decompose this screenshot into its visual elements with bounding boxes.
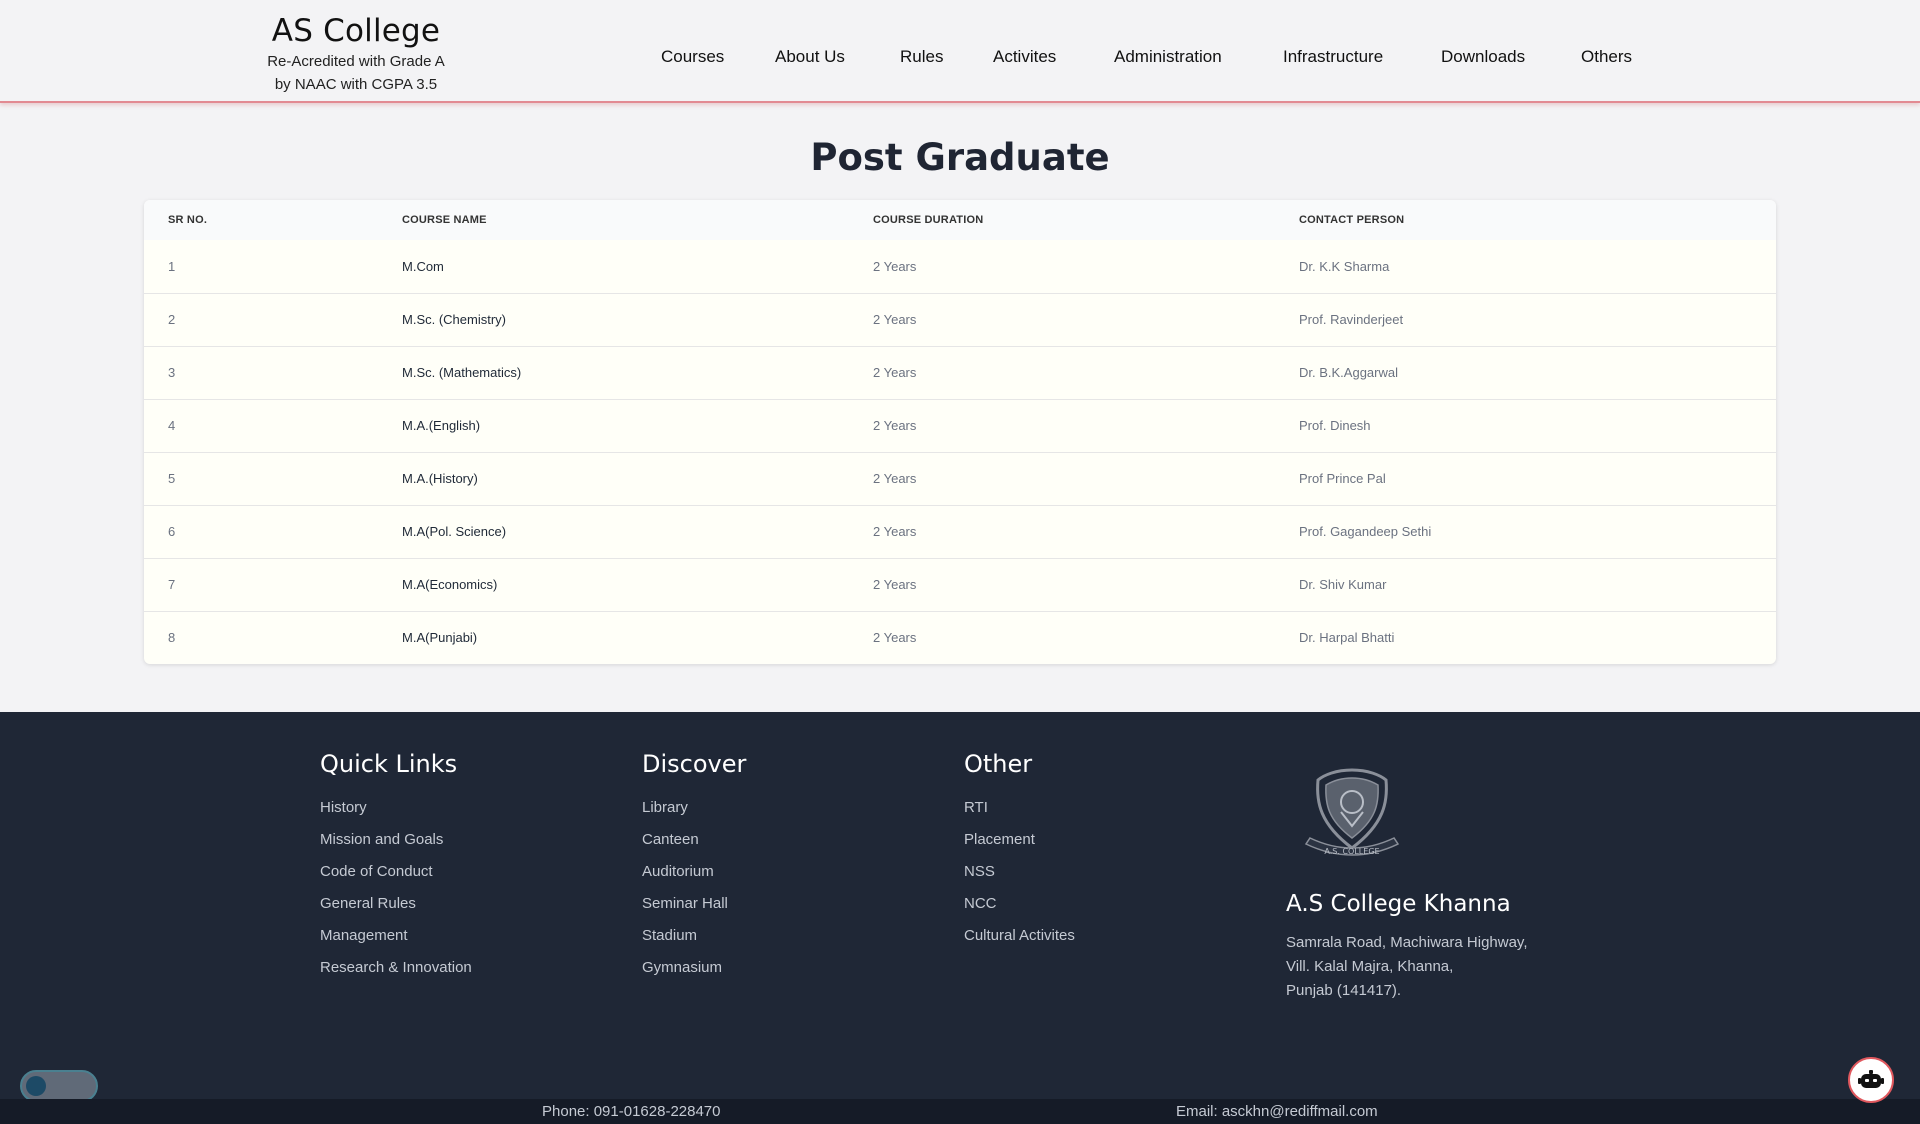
contact-bar: Phone: 091-01628-228470 Email: asckhn@re… (0, 1099, 1920, 1124)
cell-contact-person: Dr. Harpal Bhatti (1299, 630, 1395, 646)
nav-courses[interactable]: Courses (661, 47, 724, 67)
footer-link-nss[interactable]: NSS (964, 856, 1075, 888)
cell-course-duration: 2 Years (873, 471, 917, 486)
address-line-1: Samrala Road, Machiwara Highway, (1286, 934, 1528, 951)
nav-about-us[interactable]: About Us (775, 47, 845, 67)
cell-course-name: M.A(Economics) (402, 577, 498, 592)
cell-sr-no: 2 (168, 312, 176, 327)
table-row: 5 M.A.(History) 2 Years Prof Prince Pal (144, 452, 1776, 505)
footer-link-stadium[interactable]: Stadium (642, 920, 746, 952)
courses-table: SR NO. COURSE NAME COURSE DURATION CONTA… (144, 200, 1776, 664)
cell-sr-no: 1 (168, 258, 176, 274)
page-title: Post Graduate (810, 136, 1110, 179)
col-header-sr-no: SR NO. (168, 214, 208, 226)
nav-downloads[interactable]: Downloads (1441, 47, 1525, 67)
table-row: 1 M.Com 2 Years Dr. K.K Sharma (144, 240, 1776, 293)
cell-course-duration: 2 Years (873, 630, 917, 646)
site-footer: Quick Links History Mission and Goals Co… (0, 712, 1920, 1124)
site-header: AS College Re-Acredited with Grade A by … (0, 0, 1920, 103)
address-line-2: Vill. Kalal Majra, Khanna, (1286, 958, 1454, 975)
footer-link-code-of-conduct[interactable]: Code of Conduct (320, 856, 472, 888)
cell-contact-person: Prof Prince Pal (1299, 471, 1386, 486)
cell-contact-person: Prof. Ravinderjeet (1299, 312, 1404, 327)
footer-link-mission-and-goals[interactable]: Mission and Goals (320, 824, 472, 856)
cell-course-name: M.Sc. (Chemistry) (402, 312, 506, 327)
footer-link-rti[interactable]: RTI (964, 792, 1075, 824)
cell-course-name: M.Sc. (Mathematics) (402, 365, 522, 380)
cell-course-duration: 2 Years (873, 418, 917, 433)
table-row: 8 M.A(Punjabi) 2 Years Dr. Harpal Bhatti (144, 611, 1776, 664)
logo-text: A.S. COLLEGE (1324, 847, 1379, 856)
table-row: 4 M.A.(English) 2 Years Prof. Dinesh (144, 399, 1776, 452)
cell-course-name: M.A(Punjabi) (402, 630, 478, 646)
footer-link-ncc[interactable]: NCC (964, 888, 1075, 920)
footer-quick-links: Quick Links History Mission and Goals Co… (320, 750, 472, 984)
footer-link-history[interactable]: History (320, 792, 472, 824)
table-header-row: SR NO. COURSE NAME COURSE DURATION CONTA… (144, 200, 1776, 240)
cell-contact-person: Dr. Shiv Kumar (1299, 577, 1387, 592)
footer-discover: Discover Library Canteen Auditorium Semi… (642, 750, 746, 984)
cell-course-name: M.Com (402, 258, 444, 274)
col-header-course-name: COURSE NAME (402, 214, 487, 226)
other-heading: Other (964, 750, 1033, 778)
footer-contact: A.S. COLLEGE A.S College Khanna Samrala … (1286, 766, 1528, 1003)
toggle-knob (26, 1076, 46, 1096)
email-address[interactable]: Email: asckhn@rediffmail.com (1176, 1103, 1378, 1120)
main-nav: Courses About Us Rules Activites Adminis… (0, 47, 1920, 71)
cell-course-name: M.A.(English) (402, 418, 481, 433)
cell-course-name: M.A(Pol. Science) (402, 524, 507, 539)
footer-link-seminar-hall[interactable]: Seminar Hall (642, 888, 746, 920)
table-row: 6 M.A(Pol. Science) 2 Years Prof. Gagand… (144, 505, 1776, 558)
nav-infrastructure[interactable]: Infrastructure (1283, 47, 1383, 67)
college-name: AS College (271, 13, 441, 49)
table-row: 7 M.A(Economics) 2 Years Dr. Shiv Kumar (144, 558, 1776, 611)
footer-link-general-rules[interactable]: General Rules (320, 888, 472, 920)
footer-link-gymnasium[interactable]: Gymnasium (642, 952, 746, 984)
robot-icon (1858, 1070, 1884, 1088)
nav-administration[interactable]: Administration (1114, 47, 1222, 67)
cell-sr-no: 7 (168, 577, 176, 592)
college-crest-logo: A.S. COLLEGE (1304, 768, 1400, 856)
cell-contact-person: Prof. Gagandeep Sethi (1299, 524, 1432, 539)
cell-sr-no: 8 (168, 630, 176, 646)
phone-number: Phone: 091-01628-228470 (542, 1103, 721, 1120)
col-header-contact-person: CONTACT PERSON (1299, 214, 1405, 226)
footer-link-research-innovation[interactable]: Research & Innovation (320, 952, 472, 984)
col-header-course-duration: COURSE DURATION (873, 214, 984, 226)
cell-course-duration: 2 Years (873, 312, 917, 327)
contact-college-name: A.S College Khanna (1286, 891, 1511, 917)
cell-sr-no: 3 (168, 365, 176, 380)
address-line-3: Punjab (141417). (1286, 982, 1402, 999)
cell-course-duration: 2 Years (873, 524, 917, 539)
footer-link-cultural-activites[interactable]: Cultural Activites (964, 920, 1075, 952)
footer-link-canteen[interactable]: Canteen (642, 824, 746, 856)
cell-course-duration: 2 Years (873, 365, 917, 380)
table-row: 3 M.Sc. (Mathematics) 2 Years Dr. B.K.Ag… (144, 346, 1776, 399)
footer-link-auditorium[interactable]: Auditorium (642, 856, 746, 888)
footer-link-placement[interactable]: Placement (964, 824, 1075, 856)
cell-contact-person: Prof. Dinesh (1299, 418, 1371, 433)
cell-contact-person: Dr. K.K Sharma (1299, 258, 1390, 274)
footer-other: Other RTI Placement NSS NCC Cultural Act… (964, 750, 1075, 952)
cell-course-name: M.A.(History) (402, 471, 478, 486)
nav-activites[interactable]: Activites (993, 47, 1056, 67)
chat-bot-button[interactable] (1848, 1057, 1894, 1103)
cell-contact-person: Dr. B.K.Aggarwal (1299, 365, 1398, 380)
cell-course-duration: 2 Years (873, 258, 917, 274)
theme-toggle-switch[interactable] (20, 1070, 98, 1102)
accreditation-line-2: by NAAC with CGPA 3.5 (274, 76, 438, 93)
courses-table-container: SR NO. COURSE NAME COURSE DURATION CONTA… (144, 200, 1776, 664)
cell-sr-no: 5 (168, 471, 176, 486)
quick-links-heading: Quick Links (320, 750, 458, 778)
cell-sr-no: 6 (168, 524, 176, 539)
cell-sr-no: 4 (168, 418, 176, 433)
nav-others[interactable]: Others (1581, 47, 1632, 67)
footer-link-management[interactable]: Management (320, 920, 472, 952)
table-row: 2 M.Sc. (Chemistry) 2 Years Prof. Ravind… (144, 293, 1776, 346)
discover-heading: Discover (642, 750, 747, 778)
footer-link-library[interactable]: Library (642, 792, 746, 824)
nav-rules[interactable]: Rules (900, 47, 943, 67)
cell-course-duration: 2 Years (873, 577, 917, 592)
